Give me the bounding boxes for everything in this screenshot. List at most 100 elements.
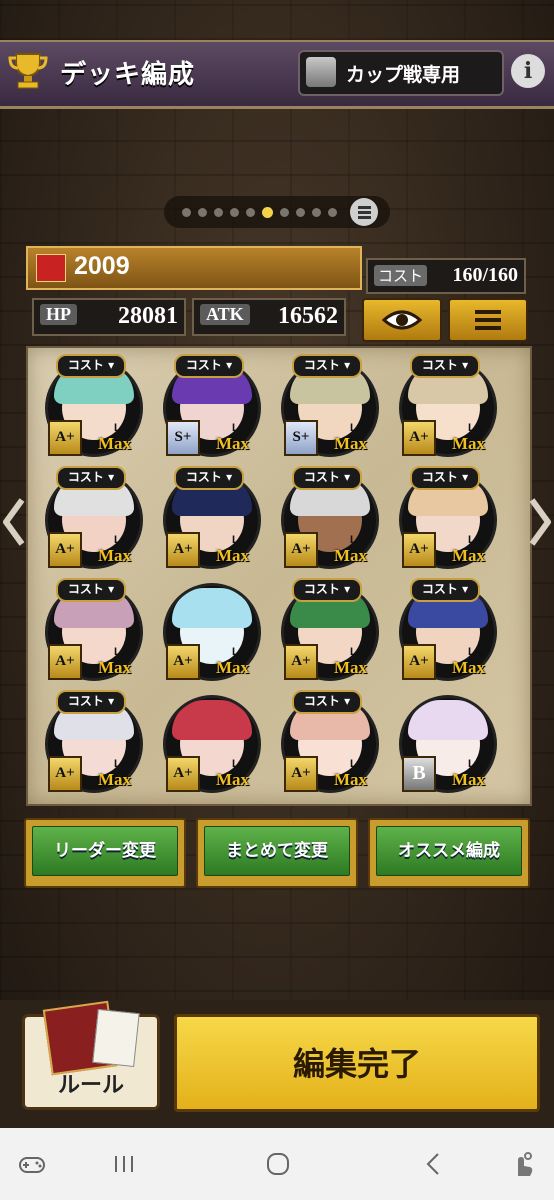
pager-dot[interactable]: [198, 208, 207, 217]
level-label: Lv.: [350, 422, 366, 434]
rank-badge: S+: [166, 420, 200, 456]
level-max-label: Max: [334, 658, 368, 677]
pager-dot[interactable]: [312, 208, 321, 217]
unit-card[interactable]: コスト ▾ A+ Lv. Max: [156, 460, 264, 568]
unit-card[interactable]: コスト ▾ A+ Lv. Max: [392, 572, 500, 680]
pager-dot[interactable]: [214, 208, 223, 217]
level-max-label: Max: [98, 546, 132, 565]
pager-dot[interactable]: [296, 208, 305, 217]
cost-tag: コスト ▾: [410, 354, 480, 378]
home-icon[interactable]: [264, 1150, 292, 1178]
pager-dot-active[interactable]: [262, 207, 273, 218]
rank-badge: A+: [402, 420, 436, 456]
pager-dot[interactable]: [328, 208, 337, 217]
rank-badge: A+: [402, 532, 436, 568]
unit-card[interactable]: コスト ▾ A+ Lv. Max: [274, 572, 382, 680]
cost-tag: コスト ▾: [56, 690, 126, 714]
rank-badge: A+: [48, 756, 82, 792]
pager-dot[interactable]: [182, 208, 191, 217]
rank-badge: A+: [402, 644, 436, 680]
unit-card[interactable]: コスト ▾ A+ Lv. Max: [38, 460, 146, 568]
level-label: Lv.: [232, 422, 248, 434]
rules-button[interactable]: ルール: [22, 1000, 160, 1110]
unit-card[interactable]: コスト ▾ A+ Lv. Max: [38, 572, 146, 680]
unit-card[interactable]: コスト ▾ A+ Lv. Max: [38, 684, 146, 792]
cost-tag: コスト ▾: [292, 578, 362, 602]
level-max-label: Max: [216, 658, 250, 677]
cost-tag: コスト ▾: [56, 578, 126, 602]
deck-flag-icon: [36, 254, 66, 282]
atk-stat: ATK 16562: [192, 298, 346, 336]
back-icon[interactable]: [420, 1150, 448, 1178]
unit-card[interactable]: コスト ▾ S+ Lv. Max: [274, 348, 382, 456]
finish-editing-button[interactable]: 編集完了: [174, 1014, 540, 1112]
rule-paper-icon: [92, 1008, 140, 1068]
deck-name: 2009: [74, 252, 130, 280]
change-leader-button[interactable]: リーダー変更: [24, 818, 186, 888]
cup-icon: [306, 57, 336, 87]
system-nav-bar: [0, 1128, 554, 1200]
level-label: Lv.: [468, 422, 484, 434]
prev-arrow-icon[interactable]: [0, 496, 28, 548]
unit-card[interactable]: コスト ▾ A+ Lv. Max: [392, 460, 500, 568]
cost-tag: コスト ▾: [292, 354, 362, 378]
cost-tag: コスト ▾: [174, 354, 244, 378]
atk-value: 16562: [278, 303, 338, 329]
level-label: Lv.: [114, 646, 130, 658]
rank-badge: A+: [48, 532, 82, 568]
next-arrow-icon[interactable]: [526, 496, 554, 548]
info-button[interactable]: i: [511, 54, 545, 88]
eye-icon: [381, 310, 423, 330]
level-label: Lv.: [350, 758, 366, 770]
rank-badge: A+: [48, 420, 82, 456]
level-label: Lv.: [468, 534, 484, 546]
level-max-label: Max: [216, 770, 250, 789]
level-max-label: Max: [98, 658, 132, 677]
rank-badge: A+: [284, 532, 318, 568]
bulk-change-button[interactable]: まとめて変更: [196, 818, 358, 888]
unit-card[interactable]: コスト ▾ S+ Lv. Max: [156, 348, 264, 456]
unit-card[interactable]: A+ Lv. Max: [156, 684, 264, 792]
level-max-label: Max: [334, 546, 368, 565]
game-controller-icon[interactable]: [18, 1150, 46, 1178]
cost-tag: コスト ▾: [292, 690, 362, 714]
card-board: コスト ▾ A+ Lv. Max コスト ▾ S+ Lv. Max コスト ▾ S+ Lv. Max コ…: [26, 346, 532, 806]
cup-only-badge: カップ戦専用: [298, 50, 504, 96]
unit-card[interactable]: コスト ▾ A+ Lv. Max: [392, 348, 500, 456]
level-max-label: Max: [98, 770, 132, 789]
level-max-label: Max: [98, 434, 132, 453]
unit-card[interactable]: コスト ▾ A+ Lv. Max: [274, 684, 382, 792]
recommended-deck-button[interactable]: オススメ編成: [368, 818, 530, 888]
cost-tag: コスト ▾: [410, 466, 480, 490]
cup-only-label: カップ戦専用: [346, 64, 461, 86]
pager-dot[interactable]: [230, 208, 239, 217]
pager-dot[interactable]: [246, 208, 255, 217]
hp-value: 28081: [118, 303, 178, 329]
trophy-icon: [8, 53, 48, 89]
cost-tag: コスト ▾: [56, 354, 126, 378]
atk-label: ATK: [200, 304, 250, 325]
finish-editing-label: 編集完了: [292, 1045, 421, 1083]
rank-badge: A+: [284, 644, 318, 680]
recent-apps-icon[interactable]: [110, 1150, 138, 1178]
unit-card[interactable]: B Lv. Max: [392, 684, 500, 792]
deck-list-button[interactable]: [350, 198, 378, 226]
cost-tag: コスト ▾: [410, 578, 480, 602]
level-label: Lv.: [232, 534, 248, 546]
recommended-deck-label: オススメ編成: [376, 826, 522, 876]
touch-hand-icon[interactable]: [508, 1150, 536, 1178]
view-button[interactable]: [362, 298, 442, 342]
menu-button[interactable]: [448, 298, 528, 342]
cost-tag: コスト ▾: [174, 466, 244, 490]
level-label: Lv.: [232, 646, 248, 658]
unit-card[interactable]: A+ Lv. Max: [156, 572, 264, 680]
level-label: Lv.: [114, 758, 130, 770]
level-label: Lv.: [468, 646, 484, 658]
deck-name-bar[interactable]: 2009: [26, 246, 362, 290]
rank-badge: A+: [166, 756, 200, 792]
hp-stat: HP 28081: [32, 298, 186, 336]
unit-card[interactable]: コスト ▾ A+ Lv. Max: [38, 348, 146, 456]
pager-dot[interactable]: [280, 208, 289, 217]
unit-card[interactable]: コスト ▾ A+ Lv. Max: [274, 460, 382, 568]
level-label: Lv.: [350, 534, 366, 546]
